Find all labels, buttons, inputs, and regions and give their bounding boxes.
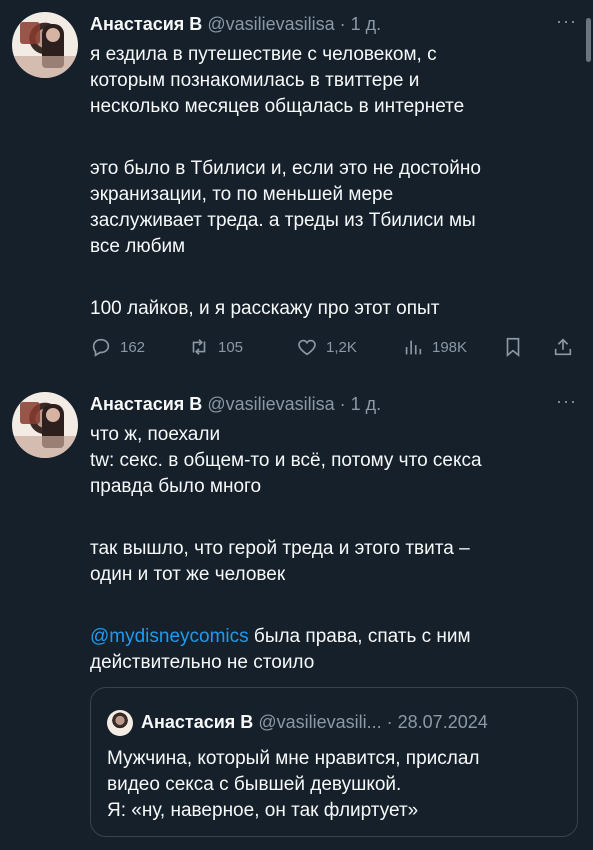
quoted-tweet[interactable]: Анастасия В @vasilievasili... · 28.07.20…	[90, 687, 578, 837]
avatar[interactable]	[12, 12, 78, 78]
text-line: все любим	[90, 236, 186, 257]
views-icon	[405, 340, 422, 355]
text-line: что ж, поехали	[90, 424, 221, 445]
author-handle[interactable]: @vasilievasilisa	[207, 14, 334, 34]
post-time[interactable]: · 1 д.	[340, 14, 382, 34]
mention-link[interactable]: @mydisneycomics	[90, 626, 249, 647]
quote-line: видео секса с бывшей девушкой.	[107, 774, 402, 795]
author-handle[interactable]: @vasilievasilisa	[207, 394, 334, 414]
quote-author-handle: @vasilievasili...	[258, 711, 382, 732]
text-line: правда было много	[90, 476, 262, 497]
views-button[interactable]: 198K	[402, 336, 467, 358]
reply-count: 162	[120, 338, 146, 356]
repost-icon	[192, 339, 206, 355]
reply-button[interactable]: 162	[90, 336, 145, 358]
text-line: экранизации, то по меньшей мере	[90, 184, 394, 205]
quote-line: Мужчина, который мне нравится, прислал	[107, 748, 480, 769]
text-line: @mydisneycomics была права, спать с ним	[90, 624, 560, 650]
quote-avatar	[107, 710, 133, 736]
tweet-text: что ж, поехали tw: секс. в общем-то и вс…	[90, 422, 560, 676]
views-count: 198K	[432, 338, 468, 356]
quote-author-name: Анастасия В	[141, 711, 254, 732]
reply-icon	[92, 338, 110, 357]
tweet-actions: 162 105 1,2K 198K	[90, 336, 580, 360]
author-name[interactable]: Анастасия В	[90, 394, 202, 414]
text-line: 100 лайков, и я расскажу про этот опыт	[90, 298, 440, 319]
quote-line: Я: «ну, наверное, он так флиртует»	[107, 800, 419, 821]
author-name[interactable]: Анастасия В	[90, 14, 202, 34]
repost-button[interactable]: 105	[188, 336, 243, 358]
text-line: tw: секс. в общем-то и всё, потому что с…	[90, 450, 482, 471]
bookmark-button[interactable]	[502, 336, 532, 358]
like-count: 1,2K	[326, 338, 357, 356]
tweet-1[interactable]: Анастасия В @vasilievasilisa · 1 д. ··· …	[0, 0, 593, 380]
text-line: заслуживает треда. а треды из Тбилиси мы	[90, 210, 476, 231]
text-line: несколько месяцев общалась в интернете	[90, 96, 465, 117]
tweet-header: Анастасия В @vasilievasilisa · 1 д.	[90, 13, 381, 35]
like-button[interactable]: 1,2K	[296, 336, 357, 358]
text-line: которым познакомилась в твиттере и	[90, 70, 420, 91]
text-line: это было в Тбилиси и, если это не достой…	[90, 158, 481, 179]
share-icon	[554, 338, 572, 356]
text-line: так вышло, что герой треда и этого твита…	[90, 538, 470, 559]
text-line: действительно не стоило	[90, 652, 315, 673]
post-time[interactable]: · 1 д.	[340, 394, 382, 414]
tweet-header: Анастасия В @vasilievasilisa · 1 д.	[90, 393, 381, 415]
repost-count: 105	[218, 338, 244, 356]
quote-date: · 28.07.2024	[386, 711, 488, 732]
share-button[interactable]	[552, 336, 582, 358]
bookmark-icon	[506, 337, 520, 358]
quote-text: Мужчина, который мне нравится, прислал в…	[107, 746, 567, 824]
scrollbar[interactable]	[586, 18, 591, 62]
text-line: один и тот же человек	[90, 564, 286, 585]
tweet-text: я ездила в путешествие с человеком, с ко…	[90, 42, 560, 322]
like-icon	[298, 339, 316, 356]
more-options-icon[interactable]: ···	[556, 391, 577, 412]
text-line: я ездила в путешествие с человеком, с	[90, 44, 437, 65]
quote-header: Анастасия В @vasilievasili... · 28.07.20…	[107, 710, 488, 736]
more-options-icon[interactable]: ···	[556, 11, 577, 32]
avatar[interactable]	[12, 392, 78, 458]
mention-rest: была права, спать с ним	[248, 626, 471, 647]
